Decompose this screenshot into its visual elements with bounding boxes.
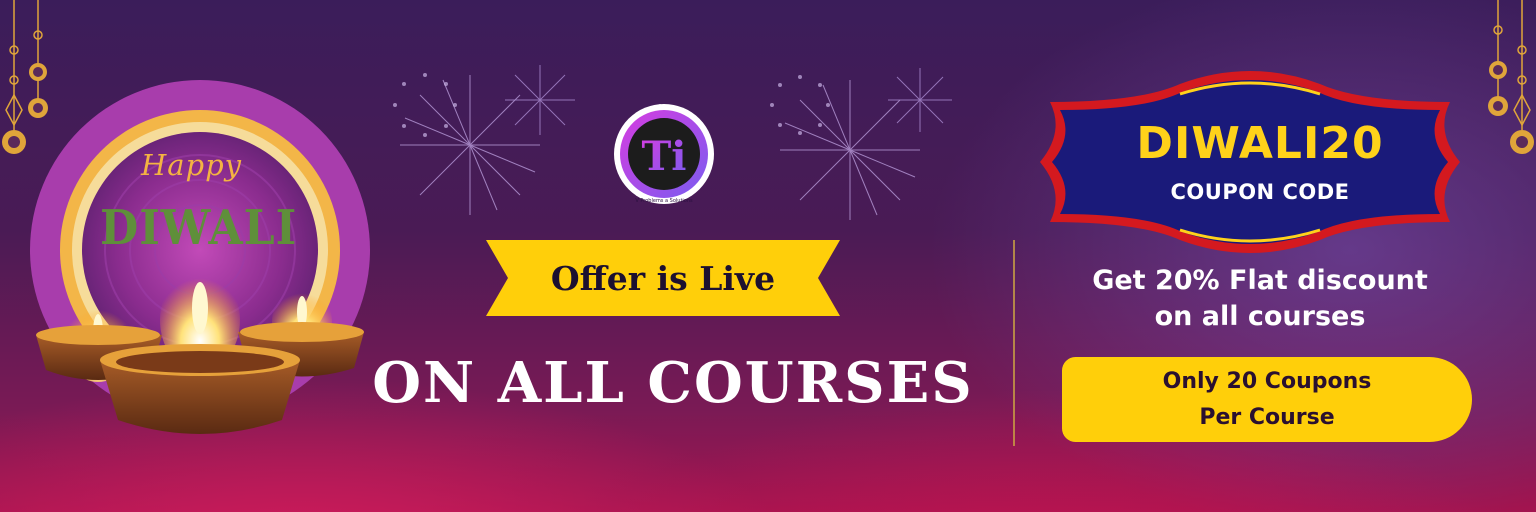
discount-line-1: Get 20% Flat discount bbox=[1092, 265, 1428, 296]
logo-text: Ti bbox=[642, 133, 687, 180]
headline: ON ALL COURSES bbox=[372, 350, 974, 416]
divider bbox=[1013, 240, 1015, 446]
brand-logo: Ti ∞ V Problems a Solutions bbox=[614, 99, 714, 204]
coupon-code: DIWALI20 bbox=[1136, 118, 1384, 169]
logo-tagline: V Problems a Solutions bbox=[635, 198, 693, 204]
discount-line-2: on all courses bbox=[1154, 301, 1366, 332]
diwali-offer-banner: Happy DIWALI Ti ∞ V Problems a Solutions… bbox=[0, 0, 1536, 512]
hanging-lamp-icon bbox=[1488, 0, 1534, 154]
firework-icon bbox=[393, 65, 575, 215]
coupon-limit-line-2: Per Course bbox=[1199, 404, 1335, 430]
coupon-limit-line-1: Only 20 Coupons bbox=[1162, 368, 1372, 394]
offer-live-label: Offer is Live bbox=[550, 258, 776, 298]
firework-icon bbox=[770, 68, 952, 220]
oil-lamp-icon bbox=[36, 270, 364, 434]
greeting-text: Happy bbox=[140, 148, 243, 182]
discount-text: Get 20% Flat discount on all courses bbox=[1050, 263, 1470, 335]
coupon-label: COUPON CODE bbox=[1170, 180, 1350, 204]
festival-title: DIWALI bbox=[100, 200, 298, 256]
infinity-icon: ∞ bbox=[657, 99, 667, 113]
coupon-limit-badge: Only 20 Coupons Per Course bbox=[1062, 357, 1472, 442]
